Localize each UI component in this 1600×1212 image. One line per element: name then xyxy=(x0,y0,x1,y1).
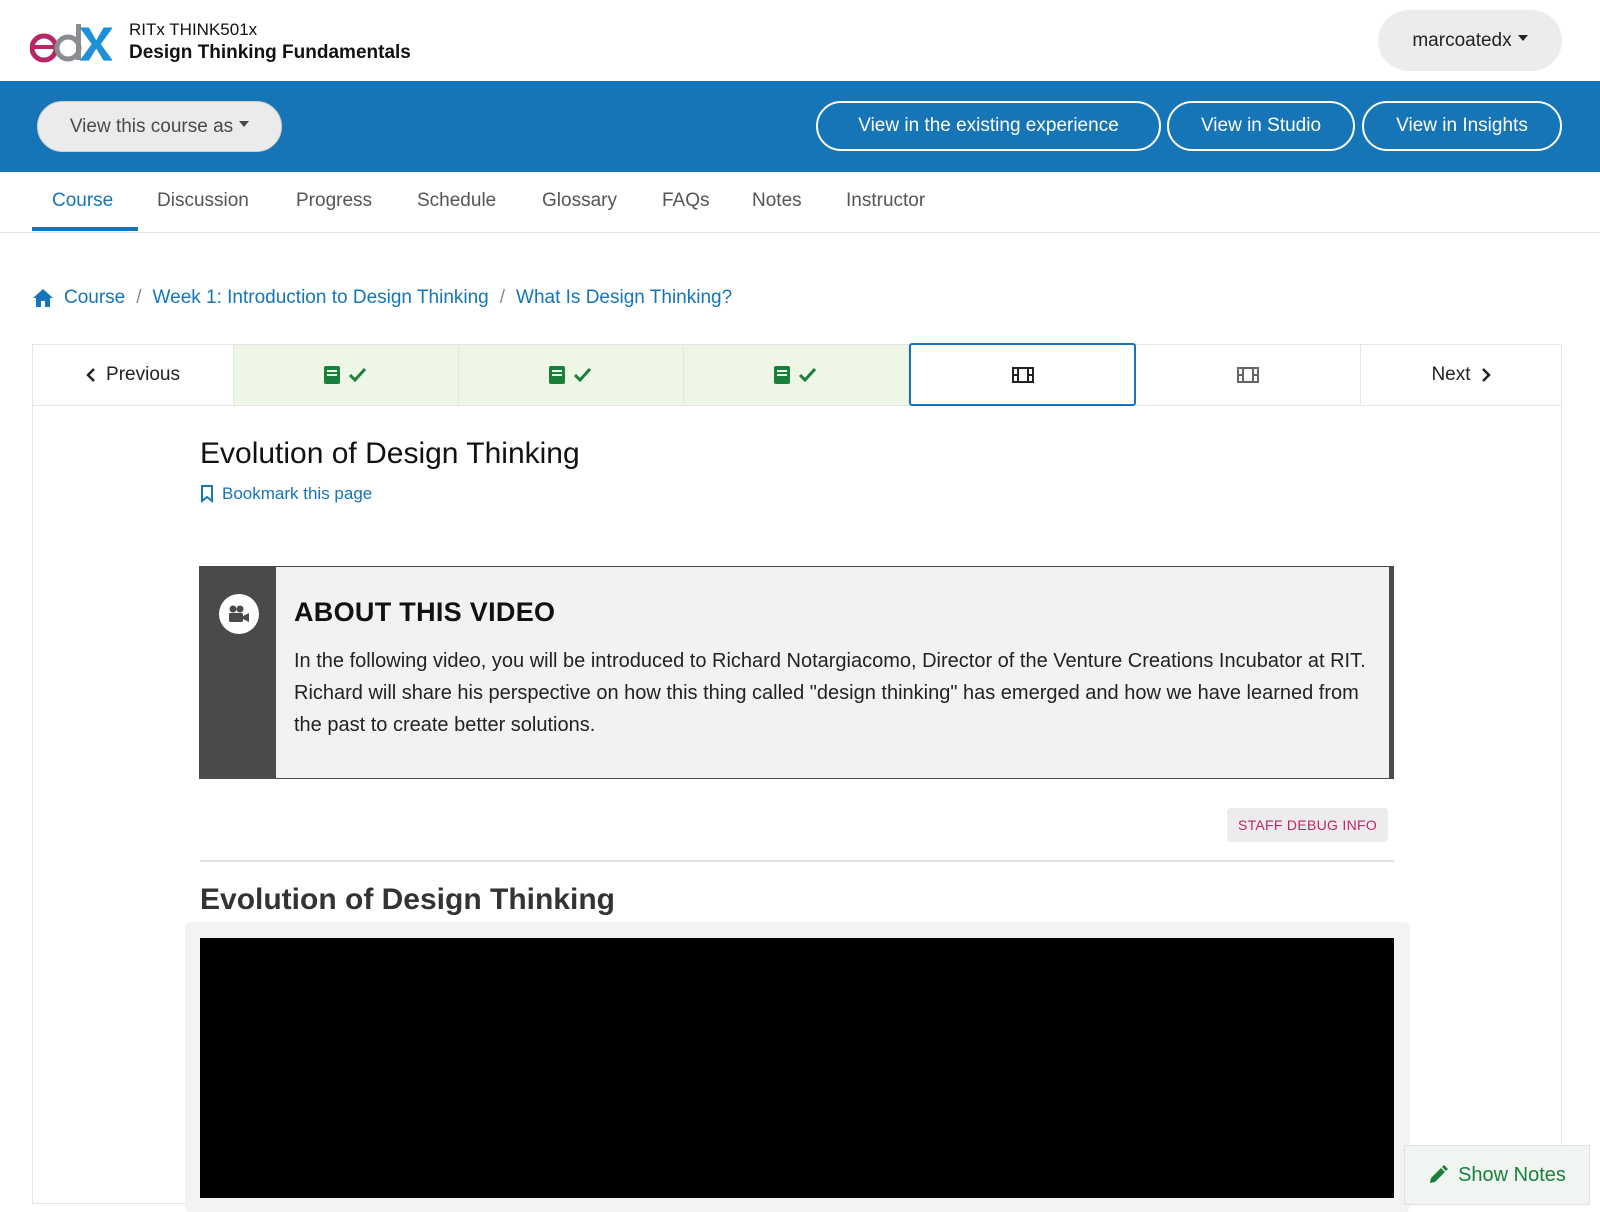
view-as-label: View this course as xyxy=(69,115,234,137)
divider xyxy=(200,860,1394,862)
home-icon[interactable] xyxy=(32,288,54,308)
tab-discussion[interactable]: Discussion xyxy=(157,190,249,212)
film-icon xyxy=(1237,367,1259,383)
tab-faqs[interactable]: FAQs xyxy=(662,190,710,212)
view-in-insights-button[interactable]: View in Insights xyxy=(1362,101,1562,151)
show-notes-button[interactable]: Show Notes xyxy=(1404,1145,1590,1205)
video-player[interactable] xyxy=(200,938,1394,1198)
pencil-icon xyxy=(1430,1165,1449,1183)
staff-debug-info-button[interactable]: STAFF DEBUG INFO xyxy=(1227,808,1388,842)
site-header: RITx THINK501x Design Thinking Fundament… xyxy=(0,0,1600,81)
next-button[interactable]: Next xyxy=(1361,345,1561,405)
view-as-dropdown[interactable]: View this course as xyxy=(37,101,282,152)
breadcrumb-subsection[interactable]: What Is Design Thinking? xyxy=(516,287,732,309)
chevron-down-icon xyxy=(1517,34,1528,41)
tab-instructor[interactable]: Instructor xyxy=(846,190,925,212)
about-video-text: In the following video, you will be intr… xyxy=(294,650,1366,736)
user-menu-button[interactable]: marcoatedx xyxy=(1378,10,1562,71)
breadcrumb-course[interactable]: Course xyxy=(64,287,125,309)
unit-title: Evolution of Design Thinking xyxy=(200,437,580,470)
tab-course[interactable]: Course xyxy=(52,190,113,212)
previous-button[interactable]: Previous xyxy=(33,345,234,405)
bookmark-label: Bookmark this page xyxy=(222,484,373,503)
about-video-callout: ABOUT THIS VIDEO In the following video,… xyxy=(199,566,1394,779)
view-in-studio-button[interactable]: View in Studio xyxy=(1167,101,1355,151)
video-heading: Evolution of Design Thinking xyxy=(200,883,615,916)
show-notes-label: Show Notes xyxy=(1458,1163,1566,1186)
next-label: Next xyxy=(1431,364,1471,385)
course-org: RITx THINK501x xyxy=(129,20,258,39)
breadcrumb-separator: / xyxy=(499,287,506,308)
tab-glossary[interactable]: Glossary xyxy=(542,190,617,212)
course-tabs: Course Discussion Progress Schedule Glos… xyxy=(0,172,1600,233)
chevron-left-icon xyxy=(86,368,95,382)
breadcrumb: Course / Week 1: Introduction to Design … xyxy=(32,287,732,309)
tab-notes[interactable]: Notes xyxy=(752,190,802,212)
view-existing-experience-button[interactable]: View in the existing experience xyxy=(816,101,1161,151)
sequence-unit-4-current[interactable] xyxy=(909,343,1136,406)
course-title: Design Thinking Fundamentals xyxy=(129,42,411,63)
active-tab-indicator xyxy=(32,227,138,231)
breadcrumb-separator: / xyxy=(136,287,142,308)
bookmark-button[interactable]: Bookmark this page xyxy=(200,484,372,504)
sequence-unit-3[interactable] xyxy=(684,345,909,405)
book-check-icon xyxy=(324,366,367,384)
sequence-unit-1[interactable] xyxy=(234,345,459,405)
chevron-right-icon xyxy=(1481,368,1491,382)
tab-progress[interactable]: Progress xyxy=(296,190,372,212)
book-check-icon xyxy=(549,366,592,384)
staff-toolbar: View this course as View in the existing… xyxy=(0,81,1600,172)
username: marcoatedx xyxy=(1412,29,1512,51)
sequence-unit-5[interactable] xyxy=(1136,345,1361,405)
tab-schedule[interactable]: Schedule xyxy=(417,190,496,212)
breadcrumb-section[interactable]: Week 1: Introduction to Design Thinking xyxy=(153,287,489,309)
video-camera-icon xyxy=(219,594,259,634)
film-icon xyxy=(1011,366,1034,383)
book-check-icon xyxy=(774,366,817,384)
callout-sidebar xyxy=(200,567,276,778)
about-video-title: ABOUT THIS VIDEO xyxy=(294,597,556,627)
chevron-down-icon xyxy=(239,120,250,127)
bookmark-icon xyxy=(201,485,213,503)
edx-logo[interactable] xyxy=(29,22,113,64)
sequence-unit-2[interactable] xyxy=(459,345,684,405)
previous-label: Previous xyxy=(106,364,180,385)
sequence-navigation: Previous Next xyxy=(33,343,1561,406)
